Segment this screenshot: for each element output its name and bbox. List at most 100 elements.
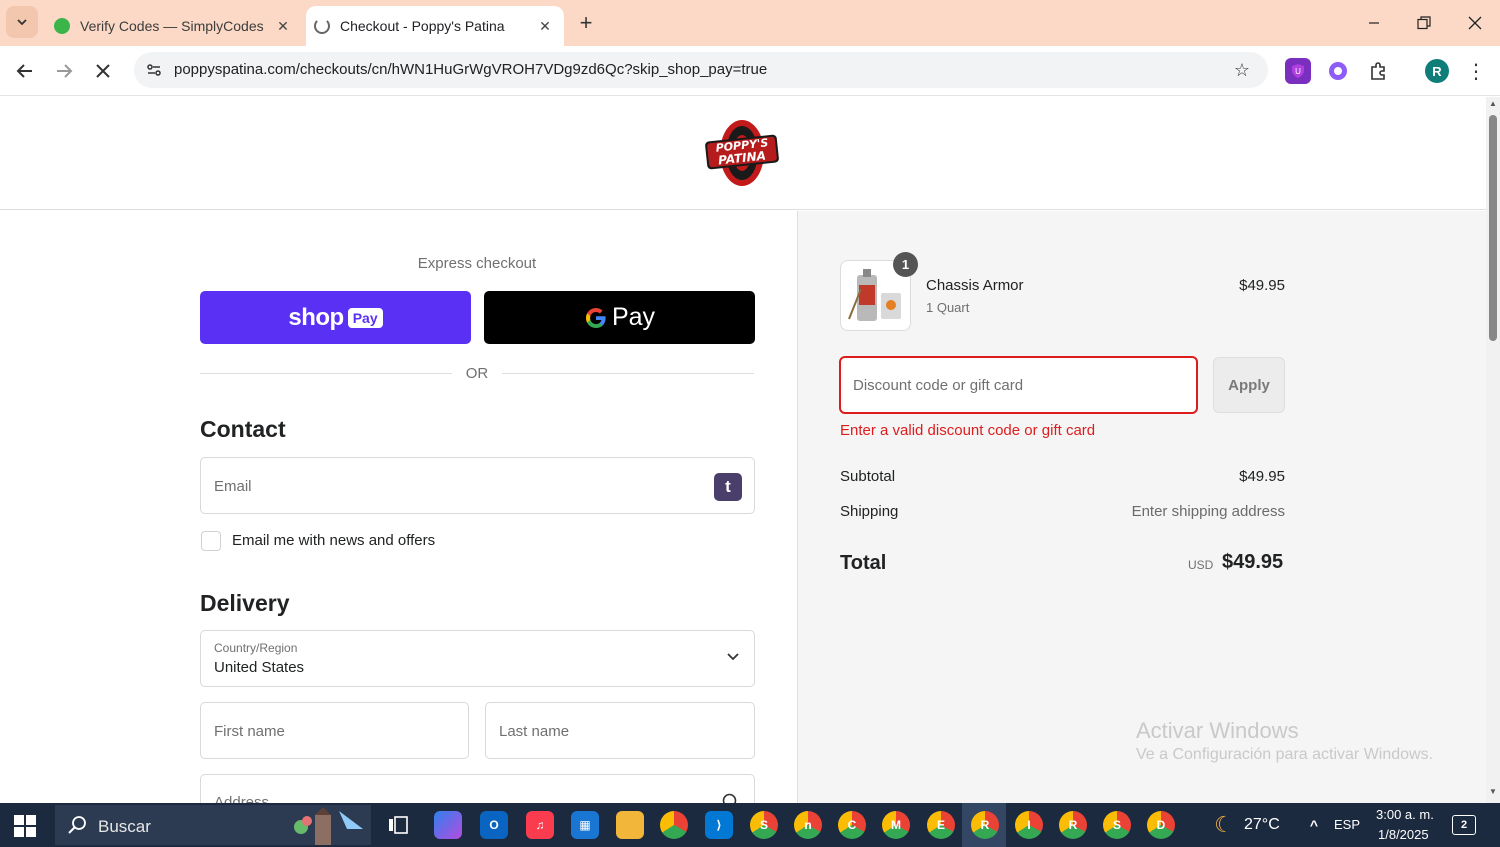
subtotal-value: $49.95	[1239, 468, 1285, 485]
store-app-icon[interactable]: ▦	[571, 811, 599, 839]
country-select[interactable]: Country/Region United States	[200, 630, 755, 687]
close-icon[interactable]: ✕	[272, 15, 294, 37]
tab-checkout[interactable]: Checkout - Poppy's Patina ✕	[306, 6, 564, 46]
scroll-up-icon[interactable]: ▲	[1488, 99, 1498, 109]
close-icon	[96, 64, 110, 78]
back-button[interactable]	[10, 56, 40, 86]
tab-simplycodes[interactable]: Verify Codes — SimplyCodes ✕	[46, 6, 302, 46]
page-scrollbar[interactable]: ▲ ▼	[1486, 97, 1500, 803]
shipping-label: Shipping	[840, 503, 899, 520]
chrome-profile-n-icon[interactable]: n	[794, 811, 822, 839]
product-name: Chassis Armor	[926, 277, 1024, 294]
last-name-field[interactable]: Last name	[485, 702, 755, 759]
ublock-extension-icon[interactable]: U	[1285, 58, 1311, 84]
apply-discount-button[interactable]: Apply	[1213, 357, 1285, 413]
vscode-app-icon[interactable]: ⟩	[705, 811, 733, 839]
shop-pay-badge: Pay	[347, 307, 383, 328]
google-pay-button[interactable]: Pay	[484, 291, 755, 344]
chrome-profile-m-icon[interactable]: M	[882, 811, 910, 839]
close-icon[interactable]: ✕	[534, 15, 556, 37]
weather-temperature[interactable]: 27°C	[1244, 816, 1280, 834]
google-pay-label: Pay	[611, 303, 656, 331]
bookmark-star-icon[interactable]: ☆	[1230, 58, 1254, 82]
address-bar[interactable]: poppyspatina.com/checkouts/cn/hWN1HuGrWg…	[134, 52, 1268, 88]
shop-pay-button[interactable]: shop Pay	[200, 291, 471, 344]
loading-favicon-icon	[314, 18, 330, 34]
browser-toolbar: poppyspatina.com/checkouts/cn/hWN1HuGrWg…	[0, 46, 1500, 96]
or-divider: OR	[200, 364, 754, 384]
chrome-profile-r-icon[interactable]: R	[971, 811, 999, 839]
language-indicator[interactable]: ESP	[1334, 817, 1360, 832]
delivery-heading: Delivery	[200, 590, 290, 616]
stop-loading-button[interactable]	[88, 56, 118, 86]
site-info-icon[interactable]	[142, 58, 166, 82]
chevron-down-icon	[727, 653, 739, 661]
new-tab-button[interactable]: +	[573, 10, 599, 36]
svg-text:U: U	[1295, 67, 1301, 76]
total-label: Total	[840, 552, 887, 574]
minimize-icon	[1369, 22, 1379, 24]
notifications-icon[interactable]: 2	[1452, 815, 1476, 835]
subtotal-label: Subtotal	[840, 468, 896, 485]
chrome-profile-c-icon[interactable]: C	[838, 811, 866, 839]
chrome-profile-r2-icon[interactable]: R	[1059, 811, 1087, 839]
extensions-puzzle-icon[interactable]	[1365, 58, 1391, 84]
product-price: $49.95	[1239, 277, 1285, 294]
windows-activation-title: Activar Windows	[1136, 718, 1299, 743]
tab-search-button[interactable]	[6, 6, 38, 38]
chevron-up-icon[interactable]: ^	[1300, 811, 1328, 839]
taskbar-search[interactable]: Buscar	[55, 805, 371, 845]
file-explorer-icon[interactable]	[616, 811, 644, 839]
first-name-field[interactable]: First name	[200, 702, 469, 759]
email-placeholder: Email	[214, 478, 252, 495]
chrome-profile-i-icon[interactable]: I	[1015, 811, 1043, 839]
shop-pay-brand: shop	[288, 303, 344, 331]
chrome-profile-d-icon[interactable]: D	[1147, 811, 1175, 839]
profile-avatar[interactable]: R	[1425, 59, 1449, 83]
address-placeholder: Address	[214, 794, 270, 803]
copilot-app-icon[interactable]	[434, 811, 462, 839]
close-window-button[interactable]	[1450, 0, 1500, 46]
windows-start-icon[interactable]	[14, 815, 36, 837]
tab-label: Checkout - Poppy's Patina	[340, 18, 505, 34]
clock-date[interactable]: 1/8/2025	[1378, 827, 1429, 842]
chrome-profile-s-icon[interactable]: S	[750, 811, 778, 839]
chrome-profile-e-icon[interactable]: E	[927, 811, 955, 839]
chevron-down-icon	[17, 19, 27, 26]
country-value: United States	[214, 659, 305, 676]
outlook-app-icon[interactable]: O	[480, 811, 508, 839]
search-text: Buscar	[98, 817, 151, 836]
windows-activation-subtitle: Ve a Configuración para activar Windows.	[1136, 746, 1434, 763]
product-variant: 1 Quart	[926, 300, 970, 315]
discount-placeholder: Discount code or gift card	[853, 377, 1024, 394]
forward-button[interactable]	[49, 56, 79, 86]
first-name-placeholder: First name	[214, 723, 285, 740]
newsletter-label[interactable]: Email me with news and offers	[232, 532, 435, 549]
last-name-placeholder: Last name	[499, 723, 570, 740]
task-view-icon[interactable]	[384, 811, 412, 839]
scrollbar-thumb[interactable]	[1489, 115, 1497, 341]
scroll-down-icon[interactable]: ▼	[1488, 787, 1498, 797]
extension-purple-icon[interactable]	[1325, 58, 1351, 84]
email-field[interactable]: Email t	[200, 457, 755, 514]
moon-weather-icon[interactable]: ☾	[1210, 811, 1238, 839]
autofill-badge-icon[interactable]: t	[714, 473, 742, 501]
total-value: $49.95	[1222, 551, 1284, 573]
arrow-right-icon	[57, 64, 73, 78]
restore-button[interactable]	[1399, 0, 1449, 46]
poppys-patina-logo[interactable]: POPPY'S PATINA	[704, 118, 780, 188]
address-field[interactable]: Address	[200, 774, 755, 803]
chrome-app-icon[interactable]	[660, 811, 688, 839]
music-app-icon[interactable]: ♫	[526, 811, 554, 839]
newsletter-checkbox[interactable]	[201, 531, 221, 551]
quantity-badge: 1	[893, 252, 918, 277]
clock-time[interactable]: 3:00 a. m.	[1376, 807, 1434, 822]
arrow-left-icon	[16, 64, 32, 78]
windows-taskbar: Buscar O ♫ ▦ ⟩ S n C M E R I R S D ☾ 27°…	[0, 803, 1500, 847]
browser-menu-icon[interactable]: ⋮	[1463, 58, 1489, 84]
discount-code-input[interactable]: Discount code or gift card	[839, 356, 1198, 414]
or-text: OR	[465, 365, 489, 382]
minimize-button[interactable]	[1349, 0, 1399, 46]
chrome-profile-s2-icon[interactable]: S	[1103, 811, 1131, 839]
search-highlight-icon	[294, 807, 363, 845]
